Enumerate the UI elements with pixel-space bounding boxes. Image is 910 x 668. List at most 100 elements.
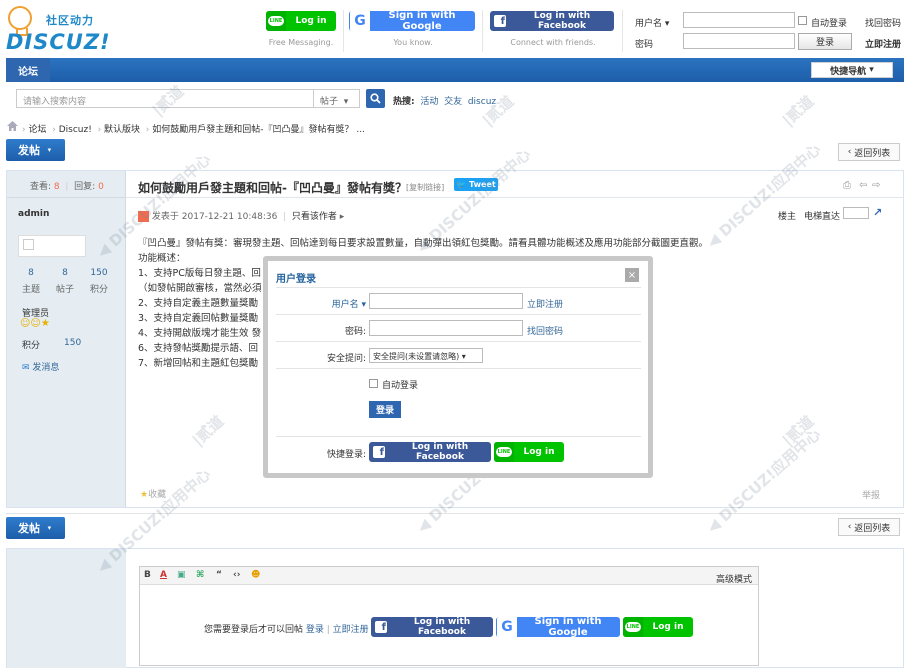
facebook-login-button[interactable]: f Log in with Facebook	[490, 11, 614, 31]
code-icon[interactable]: ‹›	[233, 570, 240, 580]
stat-points-label: 积分	[89, 285, 108, 295]
modal-login-button[interactable]: 登录	[369, 401, 401, 418]
hot-word[interactable]: discuz	[468, 97, 496, 107]
copy-link[interactable]: [复制链接]	[406, 182, 444, 193]
top-login-button[interactable]: 登录	[798, 33, 852, 50]
breadcrumb-board[interactable]: 默认版块	[104, 125, 140, 135]
next-thread-icon[interactable]: ⇨	[872, 180, 880, 191]
quick-nav-dropdown[interactable]: 快捷导航 ▾	[811, 62, 893, 78]
quote-icon[interactable]: “	[216, 570, 222, 580]
stat-posts-label: 帖子	[55, 285, 74, 295]
logo-subtitle: 社区动力	[46, 14, 94, 27]
collect-link[interactable]: ★收藏	[140, 487, 166, 500]
username-label[interactable]: 用户名 ▾	[635, 16, 669, 29]
new-post-button-bottom[interactable]: 发帖 ▾	[6, 517, 65, 539]
bold-icon[interactable]: B	[144, 570, 151, 580]
new-post-button[interactable]: 发帖 ▾	[6, 139, 65, 161]
facebook-icon: f	[369, 442, 389, 462]
modal-password-label: 密码:	[344, 327, 366, 337]
modal-question-label: 安全提问:	[326, 354, 366, 364]
hot-word[interactable]: 活动	[420, 97, 438, 107]
modal-auto-login-label: 自动登录	[382, 381, 419, 391]
quick-login-label: 快捷登录:	[326, 450, 366, 460]
rank-icons: ☺☺★	[20, 318, 50, 329]
modal-line-login-button[interactable]: LINE Log in	[494, 442, 564, 462]
broken-image-icon	[23, 239, 34, 250]
mail-icon: ✉	[22, 363, 30, 373]
search-button[interactable]	[366, 89, 385, 108]
back-to-list-button[interactable]: ‹ 返回列表	[838, 143, 900, 161]
stat-posts-value[interactable]: 8	[50, 268, 80, 278]
avatar[interactable]	[18, 235, 86, 257]
google-icon: G	[350, 11, 370, 31]
editor-google-signin-button[interactable]: G Sign in with Google	[496, 616, 620, 638]
search-type-select[interactable]: 帖子 ▾	[314, 89, 360, 108]
thread-stats: 查看: 8 | 回复: 0	[30, 182, 104, 192]
modal-register-link[interactable]: 立即注册	[527, 297, 563, 310]
breadcrumb-discuz[interactable]: Discuz!	[59, 125, 92, 135]
register-link[interactable]: 立即注册	[865, 37, 901, 50]
home-icon[interactable]	[7, 121, 18, 131]
main-nav-bar	[6, 58, 904, 82]
advanced-mode-link[interactable]: 高级模式	[716, 572, 752, 585]
line-icon: LINE	[494, 442, 514, 462]
stat-threads-value[interactable]: 8	[16, 268, 46, 278]
modal-username-label[interactable]: 用户名 ▾	[300, 297, 366, 310]
line-icon: LINE	[266, 11, 286, 31]
editor-login-link[interactable]: 登录	[306, 625, 324, 635]
link-icon[interactable]: ⌘	[196, 570, 204, 580]
logo[interactable]: DISCUZ!	[6, 30, 111, 54]
login-prompt: 您需要登录后才可以回帖 登录 | 立即注册	[204, 625, 369, 635]
modal-facebook-login-button[interactable]: f Log in with Facebook	[369, 442, 491, 462]
editor-register-link[interactable]: 立即注册	[333, 625, 369, 635]
editor-facebook-login-button[interactable]: f Log in with Facebook	[371, 617, 493, 637]
only-author-link[interactable]: 只看该作者	[292, 212, 337, 222]
stat-points-value[interactable]: 150	[84, 268, 114, 278]
emoji-icon[interactable]: ☻	[251, 570, 260, 580]
find-password-link[interactable]: 找回密码	[865, 16, 901, 29]
divider	[622, 10, 623, 52]
post-meta: 发表于 2017-12-21 10:48:36 | 只看该作者 ▸	[138, 209, 344, 222]
auto-login-checkbox[interactable]	[798, 16, 807, 25]
floor-jump-input[interactable]	[843, 207, 869, 219]
modal-username-input[interactable]	[369, 293, 523, 309]
tweet-button[interactable]: 🐦 Tweet	[454, 178, 498, 191]
editor-line-login-button[interactable]: LINE Log in	[623, 617, 693, 637]
facebook-icon: f	[490, 11, 510, 31]
top-password-input[interactable]	[683, 33, 795, 49]
back-to-list-button-bottom[interactable]: ‹ 返回列表	[838, 518, 900, 536]
top-username-input[interactable]	[683, 12, 795, 28]
print-icon[interactable]: ⎙	[843, 180, 851, 191]
points-value: 150	[64, 338, 82, 348]
search-input[interactable]: 请输入搜索内容	[16, 89, 314, 108]
line-login-button[interactable]: LINE Log in	[266, 11, 336, 31]
author-name[interactable]: admin	[18, 209, 49, 219]
jump-label: 电梯直达	[804, 212, 841, 222]
watermark: |贰道	[778, 92, 818, 130]
auto-login-label: 自动登录	[811, 19, 848, 29]
nav-tab-forum[interactable]: 论坛	[6, 58, 50, 82]
report-link[interactable]: 举报	[862, 488, 880, 501]
modal-title: 用户登录	[276, 274, 316, 285]
search-icon	[370, 93, 381, 104]
hot-word[interactable]: 交友	[444, 97, 462, 107]
modal-auto-login-checkbox[interactable]	[369, 379, 378, 388]
breadcrumb-thread[interactable]: 如何鼓勵用戶發主題和回帖-『凹凸曼』發帖有獎？ ...	[152, 125, 365, 135]
modal-find-password-link[interactable]: 找回密码	[527, 324, 563, 337]
points-label: 积分	[22, 341, 41, 351]
prev-thread-icon[interactable]: ⇦	[859, 180, 867, 191]
close-icon[interactable]: ×	[625, 268, 639, 282]
divider	[343, 10, 344, 52]
security-question-select[interactable]: 安全提问(未设置请忽略) ▾	[369, 348, 483, 363]
image-icon[interactable]: ▣	[177, 570, 186, 580]
logo-bulb-icon	[8, 6, 32, 36]
jump-go-icon[interactable]: ↗	[873, 206, 882, 219]
send-message-link[interactable]: ✉ 发消息	[22, 360, 59, 373]
hot-search: 热搜: 活动 交友 discuz	[393, 97, 497, 107]
breadcrumb-forum[interactable]: 论坛	[28, 125, 46, 135]
google-signin-button[interactable]: G Sign in with Google	[349, 10, 475, 32]
modal-password-input[interactable]	[369, 320, 523, 336]
star-icon: ★	[140, 490, 149, 500]
font-color-icon[interactable]: A	[160, 570, 167, 580]
divider	[482, 10, 483, 52]
